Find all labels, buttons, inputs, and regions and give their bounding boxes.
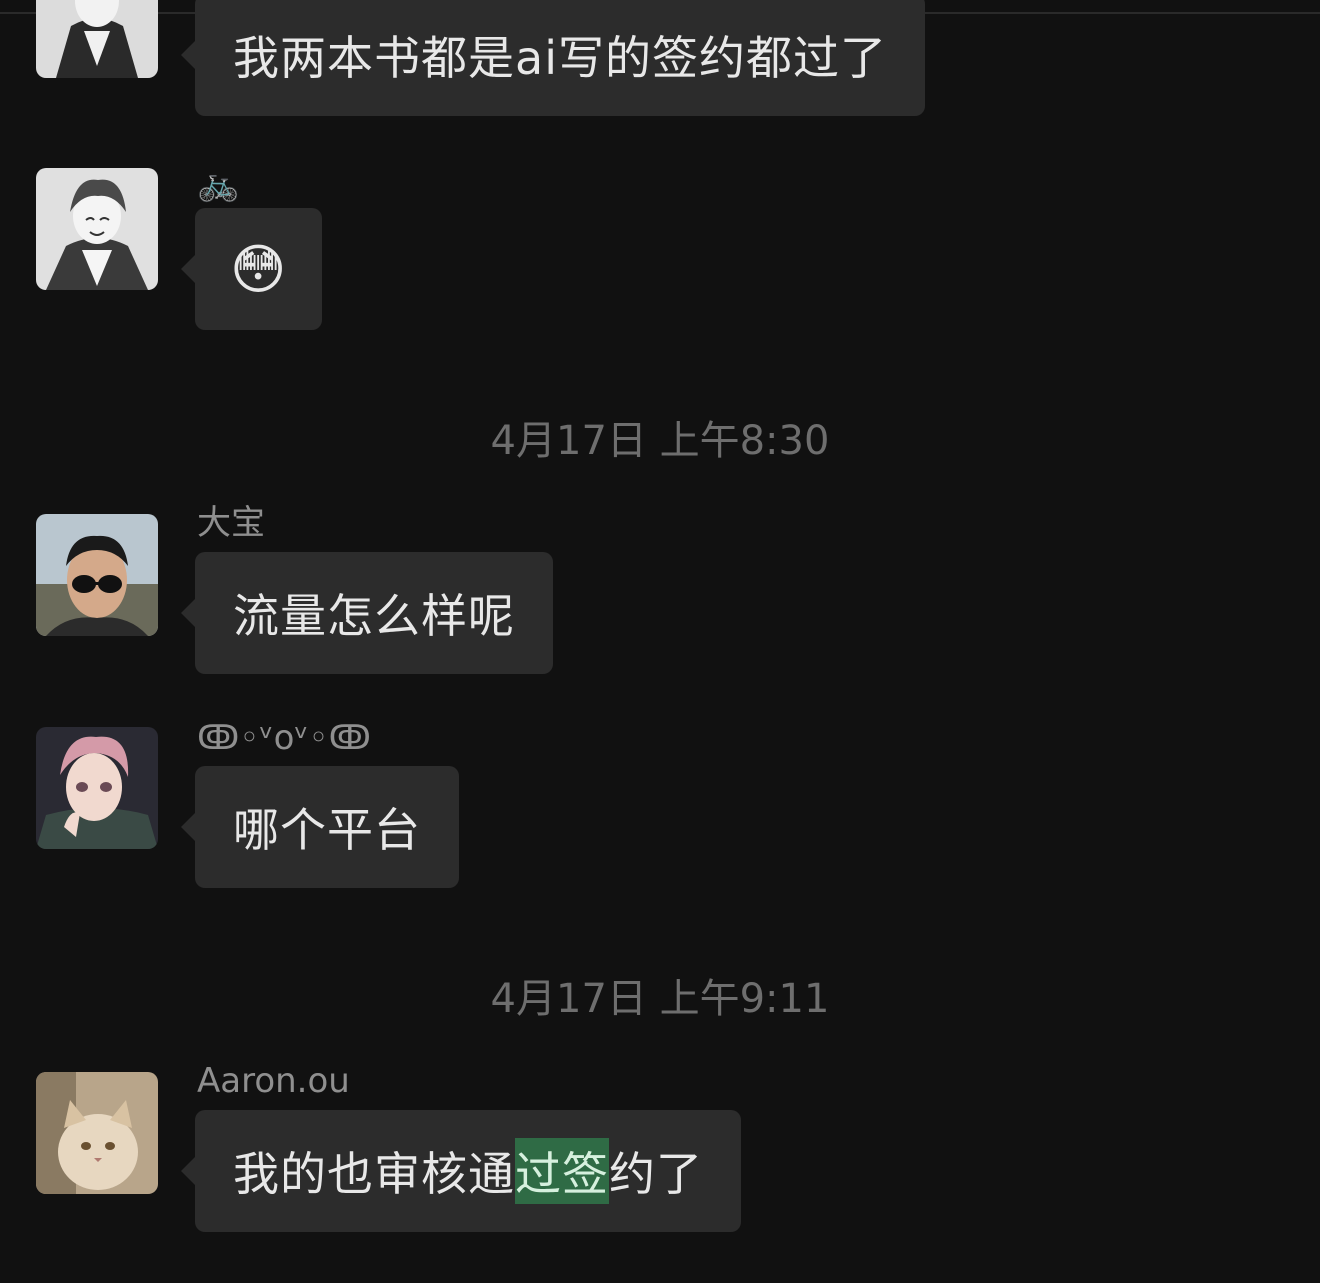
anime-bw-avatar-icon <box>36 0 158 78</box>
avatar[interactable] <box>36 168 158 290</box>
message-text-before: 我的也审核通 <box>233 1147 515 1201</box>
message-bubble[interactable]: 我两本书都是ai写的签约都过了 <box>181 0 925 116</box>
message-text: 我两本书都是ai写的签约都过了 <box>233 31 887 85</box>
avatar[interactable] <box>36 514 158 636</box>
sender-name: 大宝 <box>197 503 265 543</box>
timestamp: 4月17日 上午9:11 <box>490 976 830 1022</box>
message-bubble[interactable]: 哪个平台 <box>181 766 459 888</box>
message-text: 流量怎么样呢 <box>233 589 515 643</box>
avatar[interactable] <box>36 727 158 849</box>
message-bubble[interactable]: 我的也审核通 过签 约了 <box>181 1110 741 1232</box>
highlighted-text[interactable]: 过签 <box>515 1138 609 1204</box>
message-text-after: 约了 <box>609 1147 703 1201</box>
sender-name: 🚲 <box>197 164 240 204</box>
message-bubble[interactable]: 😳 <box>180 208 323 330</box>
emoji-flushed-icon: 😳 <box>230 237 288 301</box>
message-text: 哪个平台 <box>233 803 421 857</box>
sender-name: ↂ◦ᵛоᵛ◦ↂ <box>197 718 371 758</box>
cat-avatar-icon <box>36 1072 158 1194</box>
message-bubble[interactable]: 流量怎么样呢 <box>181 552 553 674</box>
timestamp: 4月17日 上午8:30 <box>490 418 830 464</box>
anime-pink-hair-avatar-icon <box>36 727 158 849</box>
anime-bw-avatar-icon <box>36 168 158 290</box>
sender-name: Aaron.ou <box>197 1061 350 1101</box>
person-sunglasses-avatar-icon <box>36 514 158 636</box>
avatar[interactable] <box>36 0 158 78</box>
avatar[interactable] <box>36 1072 158 1194</box>
